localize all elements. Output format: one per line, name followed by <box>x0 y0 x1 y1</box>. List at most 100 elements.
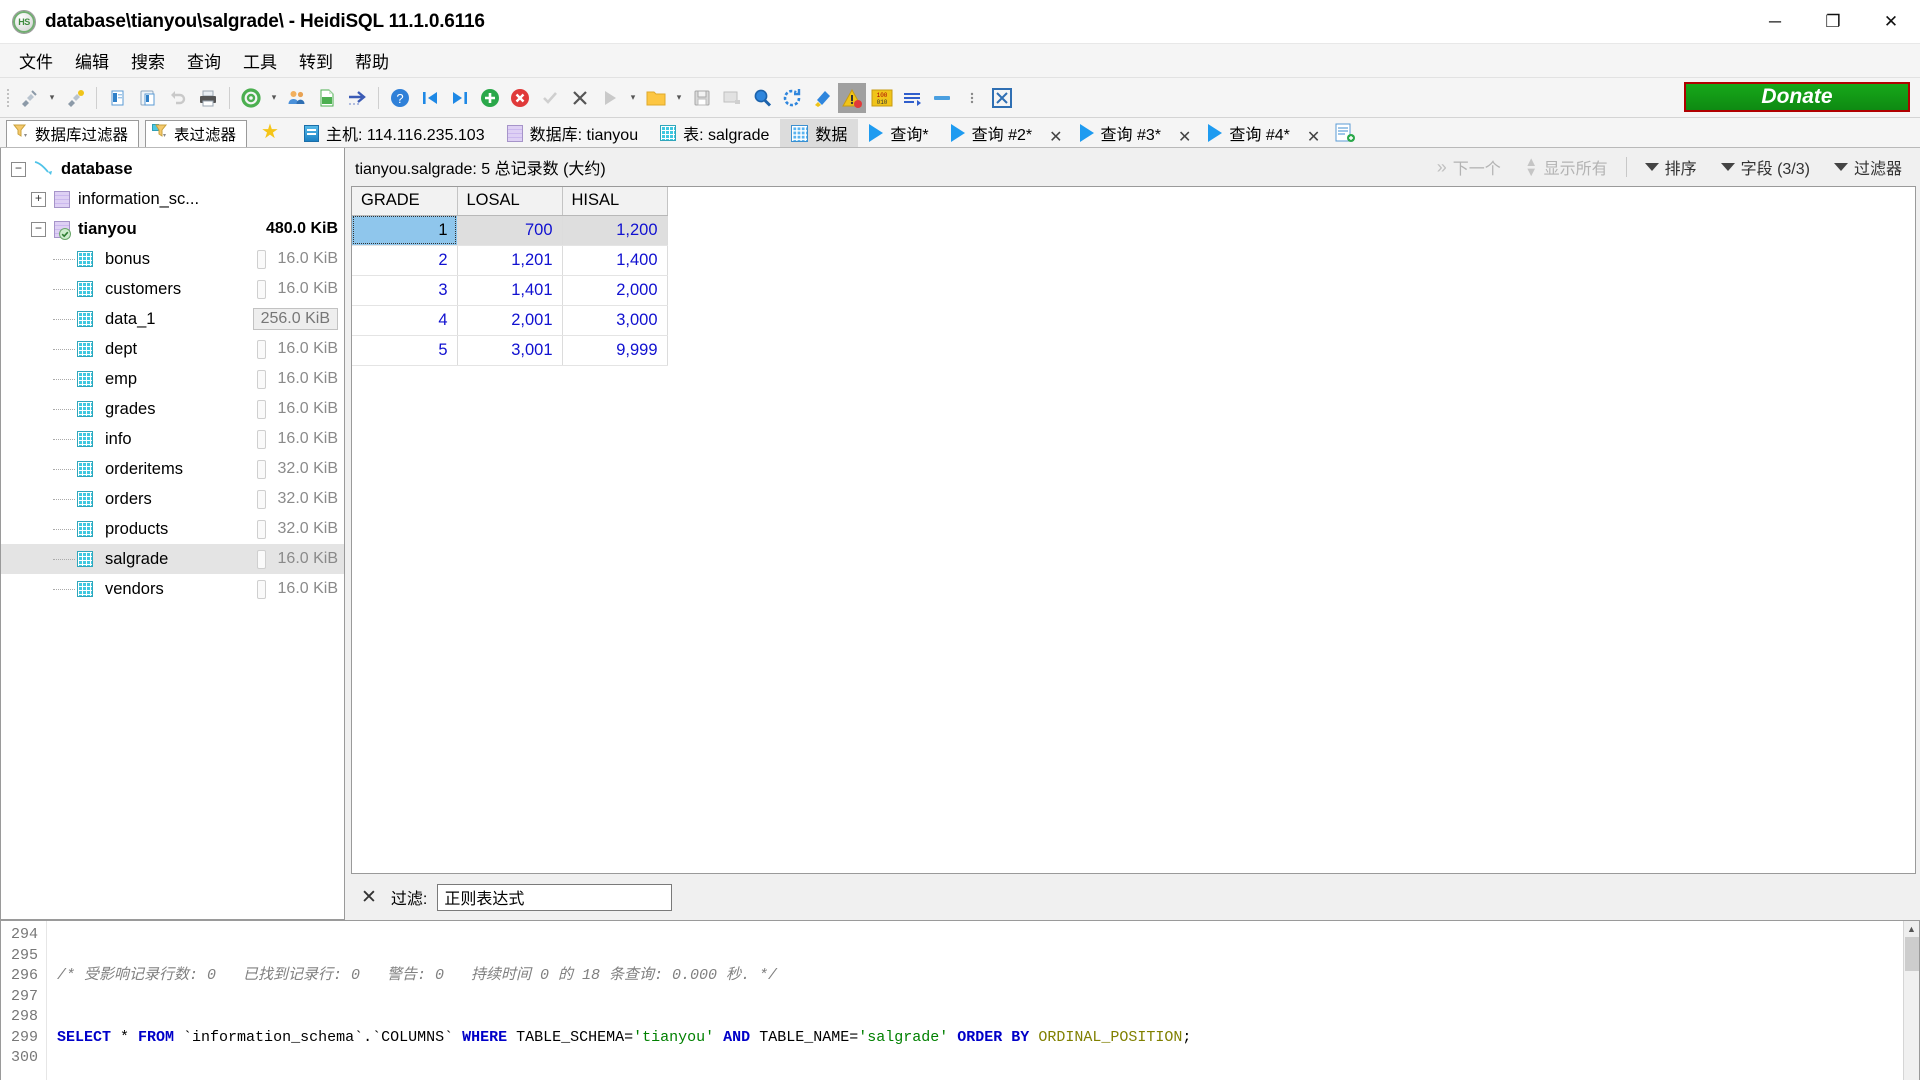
connect-icon[interactable] <box>15 83 43 113</box>
table-row[interactable]: 5 3,001 9,999 <box>352 335 668 366</box>
database-tree-panel[interactable]: − database + information_sc... − tianyou… <box>0 148 345 920</box>
cell-hisal[interactable]: 1,200 <box>562 215 668 246</box>
cell-losal[interactable]: 3,001 <box>457 335 563 366</box>
refresh-dropdown-icon[interactable]: ▾ <box>266 83 282 113</box>
menu-goto[interactable]: 转到 <box>288 44 344 77</box>
sql-log-scrollbar[interactable]: ▲ <box>1903 921 1919 1080</box>
expander-icon[interactable]: + <box>31 191 46 207</box>
column-header-losal[interactable]: LOSAL <box>457 187 563 216</box>
star-icon[interactable]: ★ <box>261 119 279 144</box>
tree-item-grades[interactable]: grades 16.0 KiB <box>1 394 344 424</box>
stop-icon[interactable] <box>988 83 1016 113</box>
table-row[interactable]: 4 2,001 3,000 <box>352 305 668 336</box>
menu-help[interactable]: 帮助 <box>344 44 400 77</box>
sql-log-panel[interactable]: 294 295 296 297 298 299 300 /* 受影响记录行数: … <box>0 920 1920 1080</box>
close-button[interactable]: ✕ <box>1862 0 1920 44</box>
copy-icon[interactable] <box>104 83 132 113</box>
filter-button[interactable]: 过滤器 <box>1822 150 1914 184</box>
tree-item-salgrade[interactable]: salgrade 16.0 KiB <box>1 544 344 574</box>
reload-icon[interactable] <box>778 83 806 113</box>
menu-edit[interactable]: 编辑 <box>64 44 120 77</box>
next-button[interactable]: » 下一个 <box>1425 150 1513 184</box>
show-all-button[interactable]: ▲ ▼ 显示所有 <box>1513 150 1620 184</box>
column-header-hisal[interactable]: HISAL <box>562 187 668 216</box>
expander-icon[interactable]: − <box>31 221 46 237</box>
cell-hisal[interactable]: 9,999 <box>562 335 668 366</box>
tab-database[interactable]: 数据库: tianyou <box>496 119 650 147</box>
tree-item-orders[interactable]: orders 32.0 KiB <box>1 484 344 514</box>
menu-query[interactable]: 查询 <box>176 44 232 77</box>
more-icon[interactable] <box>958 83 986 113</box>
tab-table[interactable]: 表: salgrade <box>649 119 780 147</box>
tab-table-filter[interactable]: 表过滤器 <box>145 120 248 147</box>
maximize-button[interactable]: ❐ <box>1804 0 1862 44</box>
sql-log-content[interactable]: /* 受影响记录行数: 0 已找到记录行: 0 警告: 0 持续时间 0 的 1… <box>47 921 1919 1080</box>
apply-icon[interactable] <box>536 83 564 113</box>
first-icon[interactable] <box>416 83 444 113</box>
cell-grade[interactable]: 2 <box>352 245 458 276</box>
donate-button[interactable]: Donate <box>1684 82 1910 112</box>
users-icon[interactable] <box>283 83 311 113</box>
run-icon[interactable] <box>596 83 624 113</box>
help-icon[interactable]: ? <box>386 83 414 113</box>
clean-icon[interactable] <box>808 83 836 113</box>
open-folder-icon[interactable] <box>642 83 670 113</box>
add-icon[interactable] <box>476 83 504 113</box>
cancel-icon[interactable] <box>566 83 594 113</box>
cell-losal[interactable]: 1,401 <box>457 275 563 306</box>
warning-icon[interactable] <box>838 82 866 113</box>
save-icon[interactable] <box>688 83 716 113</box>
menu-search[interactable]: 搜索 <box>120 44 176 77</box>
columns-button[interactable]: 字段 (3/3) <box>1709 150 1822 184</box>
import-icon[interactable] <box>343 83 371 113</box>
menu-file[interactable]: 文件 <box>8 44 64 77</box>
close-icon[interactable]: ✕ <box>357 886 381 909</box>
tab-query-3-close-icon[interactable]: ✕ <box>1172 127 1197 147</box>
scroll-up-icon[interactable]: ▲ <box>1904 921 1919 937</box>
cell-grade[interactable]: 1 <box>352 215 458 246</box>
sort-button[interactable]: 排序 <box>1633 150 1709 184</box>
tab-query-4-close-icon[interactable]: ✕ <box>1301 127 1326 147</box>
tree-item-customers[interactable]: customers 16.0 KiB <box>1 274 344 304</box>
export-grid-icon[interactable] <box>313 83 341 113</box>
tab-query-3[interactable]: 查询 #3* <box>1069 119 1172 147</box>
tab-data[interactable]: 数据 <box>780 119 859 147</box>
cell-hisal[interactable]: 1,400 <box>562 245 668 276</box>
tab-query-2[interactable]: 查询 #2* <box>940 119 1043 147</box>
data-grid-container[interactable]: GRADE LOSAL HISAL 1 700 1,200 2 1,201 1,… <box>351 186 1916 874</box>
print-icon[interactable] <box>194 83 222 113</box>
tree-item-data-1[interactable]: data_1 256.0 KiB <box>1 304 344 334</box>
cell-losal[interactable]: 2,001 <box>457 305 563 336</box>
tree-item-root[interactable]: − database <box>1 154 344 184</box>
scrollbar-thumb[interactable] <box>1905 937 1919 971</box>
sql-format-icon[interactable]: 100 010 <box>868 83 896 113</box>
tree-item-vendors[interactable]: vendors 16.0 KiB <box>1 574 344 604</box>
last-icon[interactable] <box>446 83 474 113</box>
find-icon[interactable] <box>748 83 776 113</box>
minus-icon[interactable] <box>928 83 956 113</box>
tree-item-tianyou[interactable]: − tianyou 480.0 KiB <box>1 214 344 244</box>
table-row[interactable]: 1 700 1,200 <box>352 215 668 246</box>
tab-database-filter[interactable]: 数据库过滤器 <box>6 120 140 147</box>
cell-grade[interactable]: 4 <box>352 305 458 336</box>
tab-query-1[interactable]: 查询* <box>858 119 939 147</box>
paste-icon[interactable] <box>134 83 162 113</box>
cell-grade[interactable]: 3 <box>352 275 458 306</box>
new-query-tab-button[interactable] <box>1326 119 1364 147</box>
tree-item-products[interactable]: products 32.0 KiB <box>1 514 344 544</box>
cell-losal[interactable]: 1,201 <box>457 245 563 276</box>
table-row[interactable]: 2 1,201 1,400 <box>352 245 668 276</box>
indent-icon[interactable] <box>898 83 926 113</box>
toolbar-grip[interactable] <box>4 86 12 110</box>
tab-query-2-close-icon[interactable]: ✕ <box>1043 127 1068 147</box>
cell-losal[interactable]: 700 <box>457 215 563 246</box>
tree-item-info[interactable]: info 16.0 KiB <box>1 424 344 454</box>
menu-tools[interactable]: 工具 <box>232 44 288 77</box>
delete-icon[interactable] <box>506 83 534 113</box>
column-header-grade[interactable]: GRADE <box>352 187 458 216</box>
table-row[interactable]: 3 1,401 2,000 <box>352 275 668 306</box>
undo-icon[interactable] <box>164 83 192 113</box>
filter-input[interactable] <box>437 883 673 911</box>
refresh-icon[interactable] <box>237 83 265 113</box>
expander-icon[interactable]: − <box>11 161 26 177</box>
